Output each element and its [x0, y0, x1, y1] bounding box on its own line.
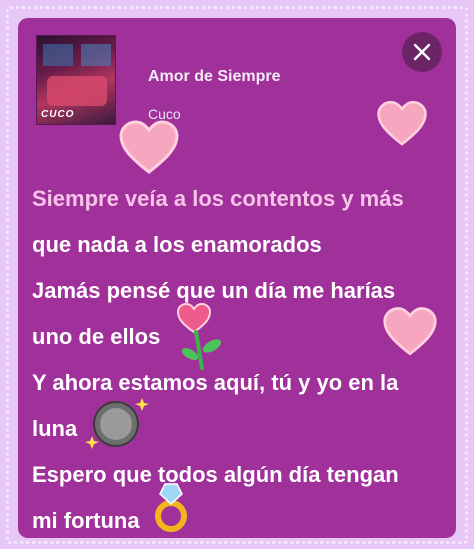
heart-sticker — [119, 120, 179, 174]
lyric-line[interactable]: Siempre veía a los contentos y más — [32, 176, 452, 222]
heart-sticker — [383, 307, 437, 356]
heart-flower-sticker — [176, 302, 222, 370]
moon-sticker — [85, 398, 149, 449]
lyric-line[interactable]: mi fortuna — [32, 498, 452, 538]
close-button[interactable] — [402, 32, 442, 72]
album-art: CUCO — [36, 35, 116, 125]
album-logo: CUCO — [41, 109, 75, 120]
heart-sticker — [377, 100, 427, 146]
lyrics-card: CUCO Amor de Siempre Cuco Siempre veía a… — [18, 18, 456, 538]
lyric-line[interactable]: Espero que todos algún día tengan — [32, 452, 452, 498]
close-icon — [413, 43, 431, 61]
ring-sticker — [155, 483, 187, 532]
song-title: Amor de Siempre — [148, 68, 281, 85]
lyric-line[interactable]: que nada a los enamorados — [32, 222, 452, 268]
